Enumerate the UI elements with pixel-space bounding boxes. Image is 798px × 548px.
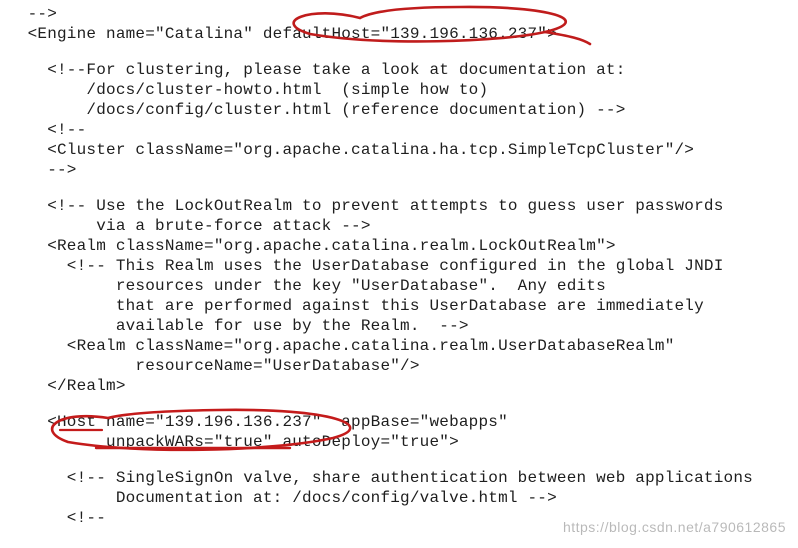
code-line: <Cluster className="org.apache.catalina.… [8, 140, 790, 160]
code-line: --> [8, 160, 790, 180]
code-line-engine: <Engine name="Catalina" defaultHost="139… [8, 24, 790, 44]
blank-line [8, 180, 790, 196]
code-line: <!-- [8, 120, 790, 140]
code-line: </Realm> [8, 376, 790, 396]
code-line: unpackWARs="true" autoDeploy="true"> [8, 432, 790, 452]
code-line: via a brute-force attack --> [8, 216, 790, 236]
code-line: that are performed against this UserData… [8, 296, 790, 316]
code-line: --> [8, 4, 790, 24]
code-line: <Realm className="org.apache.catalina.re… [8, 236, 790, 256]
watermark-text: https://blog.csdn.net/a790612865 [563, 519, 786, 537]
blank-line [8, 452, 790, 468]
code-line: <Realm className="org.apache.catalina.re… [8, 336, 790, 356]
code-line: resourceName="UserDatabase"/> [8, 356, 790, 376]
code-line: <!--For clustering, please take a look a… [8, 60, 790, 80]
code-line: /docs/config/cluster.html (reference doc… [8, 100, 790, 120]
code-line: <!-- This Realm uses the UserDatabase co… [8, 256, 790, 276]
code-line: /docs/cluster-howto.html (simple how to) [8, 80, 790, 100]
blank-line [8, 44, 790, 60]
code-line: <!-- SingleSignOn valve, share authentic… [8, 468, 790, 488]
code-line: resources under the key "UserDatabase". … [8, 276, 790, 296]
code-line-host: <Host name="139.196.136.237" appBase="we… [8, 412, 790, 432]
code-line: available for use by the Realm. --> [8, 316, 790, 336]
code-line: Documentation at: /docs/config/valve.htm… [8, 488, 790, 508]
blank-line [8, 396, 790, 412]
code-line: <!-- Use the LockOutRealm to prevent att… [8, 196, 790, 216]
